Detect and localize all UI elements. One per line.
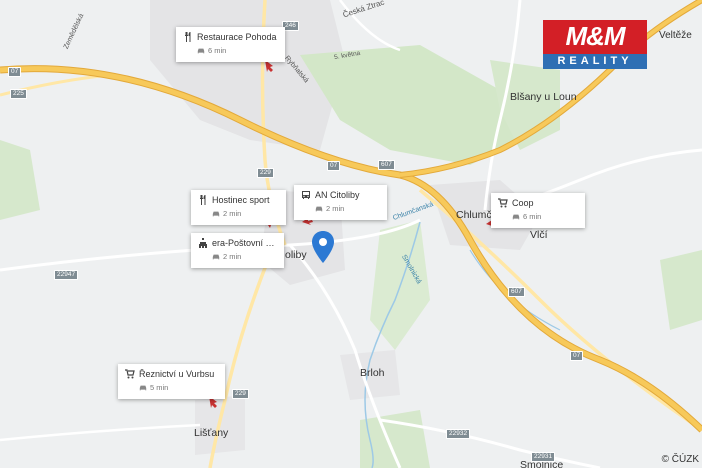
town-label-brloh: Brloh [360, 367, 385, 379]
shopping-cart-icon [498, 198, 508, 208]
poi-name: Hostinec sport [212, 195, 270, 205]
poi-name: Coop [512, 198, 534, 208]
car-icon [197, 48, 205, 53]
forest-area [300, 45, 520, 165]
brand-logo-text: M&M [565, 21, 625, 51]
poi-name: Řeznictví u Vurbsu [139, 369, 215, 379]
poi-name: era-Poštovní spoř... [212, 238, 276, 248]
road-number: 22932 [446, 429, 471, 439]
town-label-velteze: Veltěže [659, 30, 692, 41]
map-view[interactable]: Česká Ztrac Veltěže Blšany u Loun Chlumč… [0, 0, 702, 468]
town-label-citoliby: oliby [285, 249, 307, 261]
poi-card[interactable]: Řeznictví u Vurbsu 5 min [118, 364, 225, 399]
car-icon [212, 254, 220, 259]
location-pin-icon[interactable] [311, 231, 335, 263]
poi-name: Restaurace Pohoda [197, 32, 277, 42]
forest-area-3 [0, 140, 40, 220]
map-copyright: © ČÚZK [661, 454, 699, 465]
bank-icon [199, 238, 207, 248]
brand-logo[interactable]: M&M REALITY [543, 20, 647, 69]
poi-card[interactable]: Hostinec sport 2 min [191, 190, 286, 225]
restaurant-icon [185, 32, 191, 42]
road-number: 07 [8, 67, 22, 77]
poi-card[interactable]: era-Poštovní spoř... 2 min [191, 233, 284, 268]
road-number: 225 [10, 89, 27, 99]
poi-travel-time: 2 min [223, 252, 242, 261]
poi-name: AN Citoliby [315, 190, 360, 200]
restaurant-icon [200, 195, 206, 205]
road-number: 07 [570, 351, 584, 361]
poi-card[interactable]: AN Citoliby 2 min [294, 185, 387, 220]
road-number: 229 [232, 389, 249, 399]
car-icon [512, 214, 520, 219]
town-label-vlci: Vlčí [530, 229, 548, 241]
car-icon [139, 385, 147, 390]
poi-travel-time: 5 min [150, 383, 169, 392]
poi-card[interactable]: Coop 6 min [491, 193, 585, 228]
town-label-blsany: Blšany u Loun [510, 91, 577, 103]
map-base [0, 0, 702, 468]
poi-travel-time: 6 min [523, 212, 542, 221]
bus-icon [302, 191, 310, 199]
shopping-cart-icon [125, 369, 135, 379]
road-number: 229 [257, 168, 274, 178]
road-number: 22947 [54, 270, 79, 280]
car-icon [212, 211, 220, 216]
poi-card[interactable]: Restaurace Pohoda 6 min [176, 27, 285, 62]
poi-travel-time: 2 min [326, 204, 345, 213]
road-number: 22931 [531, 452, 556, 462]
poi-travel-time: 2 min [223, 209, 242, 218]
road-number: 07 [327, 161, 341, 171]
forest-area-4 [660, 250, 702, 330]
road [0, 423, 201, 442]
brand-logo-subtitle: REALITY [543, 54, 647, 69]
town-label-listany: Lišťany [194, 427, 229, 439]
car-icon [315, 206, 323, 211]
road-number: 607 [508, 287, 525, 297]
poi-travel-time: 6 min [208, 46, 227, 55]
road-number: 607 [378, 160, 395, 170]
